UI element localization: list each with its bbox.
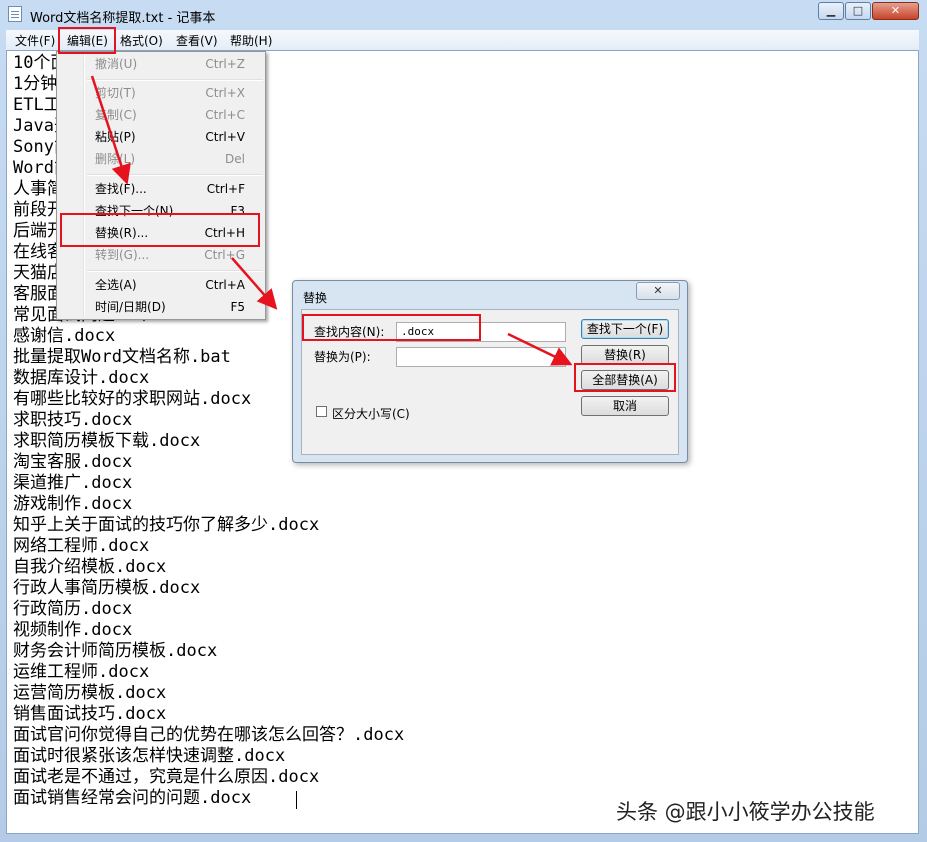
editor-line: 行政简历.docx: [13, 599, 133, 619]
menu-item-undo[interactable]: 撤消(U) Ctrl+Z: [95, 54, 255, 74]
match-case-checkbox[interactable]: [316, 406, 327, 417]
replace-all-button[interactable]: 全部替换(A): [581, 370, 669, 390]
dialog-body: 查找内容(N): .docx 替换为(P): 查找下一个(F) 替换(R) 全部…: [301, 309, 679, 455]
replace-with-input[interactable]: [396, 347, 566, 367]
menu-item-find-next[interactable]: 查找下一个(N) F3: [95, 201, 255, 221]
watermark-text: 头条 @跟小小筱学办公技能: [616, 800, 875, 824]
editor-line: 网络工程师.docx: [13, 536, 150, 556]
editor-line: 运维工程师.docx: [13, 662, 150, 682]
editor-line: 财务会计师简历模板.docx: [13, 641, 218, 661]
menu-view[interactable]: 查看(V): [176, 32, 218, 49]
notepad-icon: [8, 6, 22, 22]
editor-line: 运营简历模板.docx: [13, 683, 167, 703]
editor-line: 行政人事简历模板.docx: [13, 578, 201, 598]
match-case-label: 区分大小写(C): [332, 407, 410, 421]
menu-item-replace[interactable]: 替换(R)... Ctrl+H: [95, 223, 255, 243]
find-what-input[interactable]: .docx: [396, 322, 566, 342]
menu-separator: [87, 174, 263, 176]
menu-item-time-date[interactable]: 时间/日期(D) F5: [95, 297, 255, 317]
dialog-close-button[interactable]: ✕: [636, 282, 680, 300]
menu-item-delete[interactable]: 删除(L) Del: [95, 149, 255, 169]
menu-separator: [87, 270, 263, 272]
title-bar[interactable]: Word文档名称提取.txt - 记事本 ▁ □ ✕: [0, 0, 927, 30]
replace-button[interactable]: 替换(R): [581, 345, 669, 365]
edit-menu: 撤消(U) Ctrl+Z 剪切(T) Ctrl+X 复制(C) Ctrl+C 粘贴(P…: [56, 51, 266, 320]
menu-item-goto[interactable]: 转到(G)... Ctrl+G: [95, 245, 255, 265]
editor-line: 面试老是不通过，究竟是什么原因.docx: [13, 767, 320, 787]
editor-line: 游戏制作.docx: [13, 494, 133, 514]
menu-item-paste[interactable]: 粘贴(P) Ctrl+V: [95, 127, 255, 147]
text-caret: [296, 791, 297, 809]
editor-line: 面试时很紧张该怎样快速调整.docx: [13, 746, 286, 766]
editor-line: 视频制作.docx: [13, 620, 133, 640]
editor-line: 面试官问你觉得自己的优势在哪该怎么回答？.docx: [13, 725, 405, 745]
close-button[interactable]: ✕: [872, 2, 919, 20]
replace-with-label: 替换为(P):: [314, 350, 371, 364]
editor-line: 自我介绍模板.docx: [13, 557, 167, 577]
maximize-button[interactable]: □: [845, 2, 871, 20]
replace-dialog: 替换 ✕ 查找内容(N): .docx 替换为(P): 查找下一个(F) 替换(…: [292, 280, 688, 463]
cancel-button[interactable]: 取消: [581, 396, 669, 416]
menu-item-find[interactable]: 查找(F)... Ctrl+F: [95, 179, 255, 199]
editor-line: 面试销售经常会问的问题.docx: [13, 788, 252, 808]
menu-help[interactable]: 帮助(H): [230, 32, 272, 49]
menu-bar: 文件(F) 编辑(E) 格式(O) 查看(V) 帮助(H): [6, 30, 919, 50]
editor-line: 销售面试技巧.docx: [13, 704, 167, 724]
window-title: Word文档名称提取.txt - 记事本: [30, 11, 216, 26]
menu-edit[interactable]: 编辑(E): [67, 32, 108, 49]
menu-item-cut[interactable]: 剪切(T) Ctrl+X: [95, 83, 255, 103]
editor-line: 渠道推广.docx: [13, 473, 133, 493]
menu-item-select-all[interactable]: 全选(A) Ctrl+A: [95, 275, 255, 295]
editor-line: 知乎上关于面试的技巧你了解多少.docx: [13, 515, 320, 535]
menu-separator: [87, 79, 263, 81]
menu-file[interactable]: 文件(F): [15, 32, 55, 49]
menu-item-copy[interactable]: 复制(C) Ctrl+C: [95, 105, 255, 125]
minimize-button[interactable]: ▁: [818, 2, 844, 20]
dialog-title: 替换: [303, 291, 328, 305]
find-next-button[interactable]: 查找下一个(F): [581, 319, 669, 339]
menu-format[interactable]: 格式(O): [120, 32, 163, 49]
find-what-label: 查找内容(N):: [314, 325, 385, 339]
